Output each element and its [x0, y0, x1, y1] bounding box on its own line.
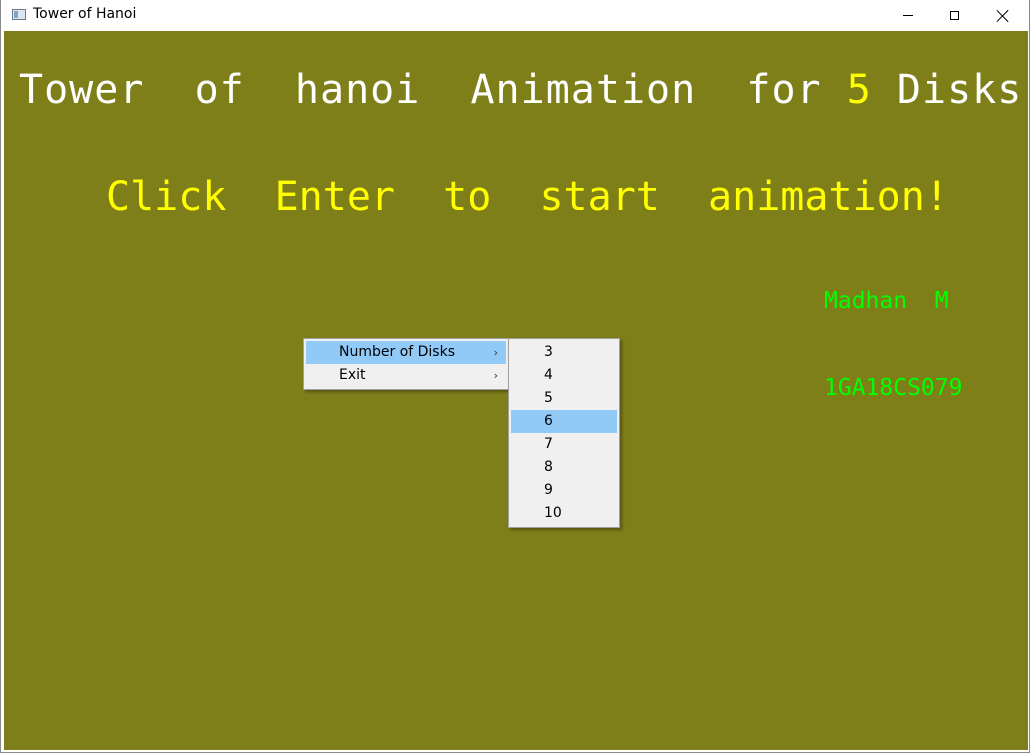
start-instruction: Click Enter to start animation!: [106, 174, 949, 220]
app-window: Tower of Hanoi Tower of hanoi Animation …: [0, 0, 1030, 753]
author-usn: 1GA18CS079: [824, 375, 963, 401]
submenu-item-10[interactable]: 10: [511, 502, 617, 525]
submenu-item-3[interactable]: 3: [511, 341, 617, 364]
submenu-item-8[interactable]: 8: [511, 456, 617, 479]
maximize-icon: [949, 11, 959, 20]
menu-item-exit[interactable]: Exit ›: [306, 364, 506, 387]
app-window-icon: [12, 9, 26, 20]
submenu-item-7[interactable]: 7: [511, 433, 617, 456]
maximize-button[interactable]: [931, 0, 977, 31]
minimize-icon: [903, 15, 913, 16]
context-menu: Number of Disks › Exit ›: [303, 338, 509, 390]
author-name: Madhan M: [824, 288, 949, 314]
minimize-button[interactable]: [885, 0, 931, 31]
submenu-item-4[interactable]: 4: [511, 364, 617, 387]
chevron-right-icon: ›: [493, 346, 498, 359]
window-title: Tower of Hanoi: [33, 6, 137, 22]
title-bar[interactable]: Tower of Hanoi: [1, 0, 1029, 31]
submenu-item-5[interactable]: 5: [511, 387, 617, 410]
chevron-right-icon: ›: [493, 369, 498, 382]
heading-prefix: Tower of hanoi Animation for: [19, 67, 847, 113]
heading-suffix: Disks: [896, 67, 1023, 113]
submenu-item-6[interactable]: 6: [511, 410, 617, 433]
close-icon: [997, 10, 1009, 22]
menu-item-label: Number of Disks: [339, 344, 455, 360]
submenu-item-9[interactable]: 9: [511, 479, 617, 502]
menu-item-label: Exit: [339, 367, 366, 383]
close-button[interactable]: [980, 0, 1026, 31]
page-title: Tower of hanoi Animation for 5 Disks: [19, 67, 1022, 113]
menu-item-number-of-disks[interactable]: Number of Disks ›: [306, 341, 506, 364]
disk-count-submenu: 3 4 5 6 7 8 9 10: [508, 338, 620, 528]
author-credit: Madhan M 1GA18CS079: [824, 229, 962, 461]
disk-count: 5: [846, 67, 872, 113]
